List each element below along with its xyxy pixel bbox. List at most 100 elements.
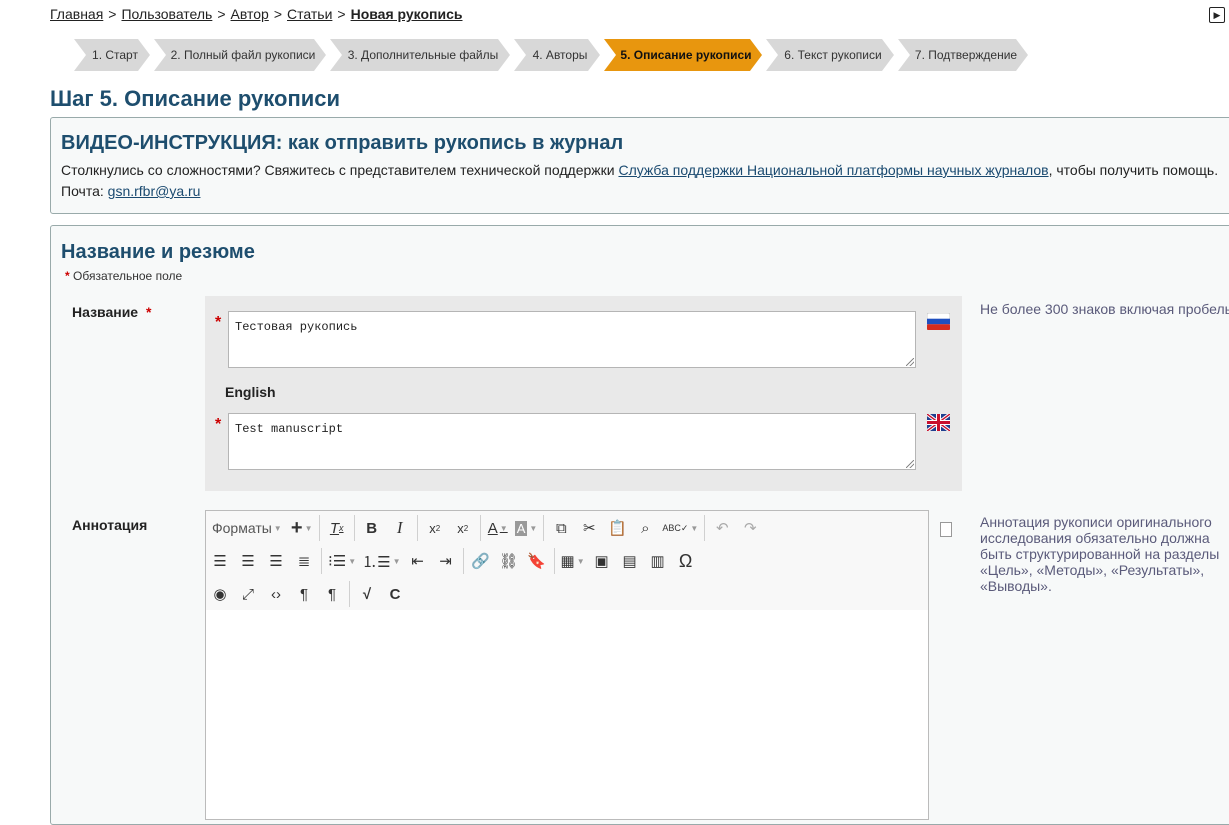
step-full-file[interactable]: 2. Полный файл рукописи: [154, 39, 326, 71]
spellcheck-icon[interactable]: ABC✓ ▼: [659, 515, 701, 541]
subscript-icon[interactable]: x2: [421, 515, 449, 541]
toolbar-divider: [318, 515, 320, 541]
title-ru-input[interactable]: Тестовая рукопись: [228, 311, 916, 368]
show-blocks-icon[interactable]: ¶: [290, 581, 318, 607]
support-link[interactable]: Служба поддержки Национальной платформы …: [618, 162, 1048, 178]
required-note: * Обязательное поле: [65, 269, 182, 283]
chevron-down-icon: ▼: [273, 523, 282, 533]
bold-icon[interactable]: B: [358, 515, 386, 541]
math-formula-icon[interactable]: √: [353, 581, 381, 607]
support-text-before: Столкнулись со сложностями? Свяжитесь с …: [61, 162, 619, 178]
breadcrumb-author[interactable]: Автор: [231, 6, 269, 22]
required-star: *: [65, 269, 70, 283]
breadcrumb-user[interactable]: Пользователь: [121, 6, 212, 22]
align-right-icon[interactable]: ☰: [262, 548, 290, 574]
breadcrumb: Главная > Пользователь > Автор > Статьи > Новая …: [50, 6, 463, 22]
required-note-text: Обязательное поле: [73, 269, 183, 283]
table-icon[interactable]: ▦ ▼: [558, 548, 588, 574]
outdent-icon[interactable]: ⇤: [404, 548, 432, 574]
background-color-icon[interactable]: A ▼: [512, 515, 541, 541]
toolbar-divider: [462, 548, 464, 574]
preview-icon[interactable]: ◉: [206, 581, 234, 607]
paragraph-marks-icon[interactable]: ¶: [318, 581, 346, 607]
step-authors[interactable]: 4. Авторы: [514, 39, 600, 71]
resize-grip-icon[interactable]: [906, 358, 914, 366]
step-confirmation[interactable]: 7. Подтверждение: [898, 39, 1028, 71]
fullscreen-icon[interactable]: ⤢: [234, 581, 262, 607]
title-panel: * Тестовая рукопись English * Test manus…: [205, 296, 962, 491]
required-star: *: [215, 314, 222, 331]
italic-icon[interactable]: I: [386, 515, 414, 541]
indent-icon[interactable]: ⇥: [432, 548, 460, 574]
flag-ru-icon: [927, 313, 950, 330]
image-icon[interactable]: ▣: [588, 548, 616, 574]
video-instruction-heading[interactable]: ВИДЕО-ИНСТРУКЦИЯ: как отправить рукопись…: [61, 132, 623, 155]
required-star: *: [145, 304, 152, 320]
align-center-icon[interactable]: ☰: [234, 548, 262, 574]
toolbar-divider: [349, 581, 350, 607]
step-description[interactable]: 5. Описание рукописи: [604, 39, 762, 71]
unlink-icon[interactable]: ⛓: [495, 548, 523, 574]
toolbar-divider: [543, 515, 545, 541]
title-label: Название *: [72, 304, 151, 320]
numbered-list-icon[interactable]: ⒈☰ ▼: [359, 548, 403, 574]
breadcrumb-separator: >: [108, 6, 117, 22]
insert-plus-icon[interactable]: + ▼: [288, 515, 316, 541]
align-left-icon[interactable]: ☰: [206, 548, 234, 574]
title-hint: Не более 300 знаков включая пробелы.: [980, 301, 1229, 317]
english-label: English: [225, 384, 276, 400]
superscript-icon[interactable]: x2: [449, 515, 477, 541]
video-instruction-box: ВИДЕО-ИНСТРУКЦИЯ: как отправить рукопись…: [50, 117, 1229, 214]
sidebar-collapse-icon[interactable]: ▶: [1209, 7, 1225, 23]
cut-icon[interactable]: ✂: [575, 515, 603, 541]
title-abstract-section: Название и резюме * Обязательное поле На…: [50, 225, 1229, 825]
toolbar-divider: [353, 515, 355, 541]
step-start[interactable]: 1. Старт: [74, 39, 150, 71]
editor-toolbar: Форматы ▼ + ▼ Tx B I x2 x2 A ▼ A ▼ ⧉ ✂ 📋 ⌕ A…: [206, 511, 928, 611]
breadcrumb-articles[interactable]: Статьи: [287, 6, 332, 22]
find-replace-icon[interactable]: ⌕: [631, 515, 659, 541]
special-char-icon[interactable]: Ω: [672, 548, 700, 574]
breadcrumb-separator: >: [273, 6, 283, 22]
link-icon[interactable]: 🔗: [467, 548, 495, 574]
formats-dropdown[interactable]: Форматы ▼: [206, 515, 288, 541]
breadcrumb-separator: >: [337, 6, 346, 22]
required-star: *: [215, 416, 222, 433]
page-title: Шаг 5. Описание рукописи: [50, 86, 341, 111]
chemistry-icon[interactable]: C: [381, 581, 409, 607]
paste-icon[interactable]: 📋: [603, 515, 631, 541]
text-color-icon[interactable]: A ▼: [484, 515, 512, 541]
annotation-editor-body[interactable]: [206, 610, 928, 819]
support-mail: Почта: gsn.rfbr@ya.ru: [61, 183, 200, 199]
breadcrumb-home[interactable]: Главная: [50, 6, 103, 22]
annotation-editor: Форматы ▼ + ▼ Tx B I x2 x2 A ▼ A ▼ ⧉ ✂ 📋 ⌕ A…: [205, 510, 929, 820]
bullet-list-icon[interactable]: ⁝☰ ▼: [325, 548, 359, 574]
copy-icon[interactable]: ⧉: [547, 515, 575, 541]
toolbar-divider: [321, 548, 322, 574]
step-additional-files[interactable]: 3. Дополнительные файлы: [330, 39, 510, 71]
title-label-text: Название: [72, 304, 139, 320]
step-text[interactable]: 6. Текст рукописи: [766, 39, 894, 71]
breadcrumb-current: Новая рукопись: [350, 6, 463, 22]
expand-checkbox-icon[interactable]: [940, 522, 952, 537]
mail-link[interactable]: gsn.rfbr@ya.ru: [108, 183, 201, 199]
flag-uk-icon: [927, 414, 950, 431]
formats-label: Форматы: [212, 520, 272, 536]
annotation-hint: Аннотация рукописи оригинального исследо…: [980, 514, 1220, 594]
toolbar-divider: [553, 548, 555, 574]
mail-label: Почта:: [61, 183, 108, 199]
undo-icon[interactable]: ↶: [708, 515, 736, 541]
clear-format-icon[interactable]: Tx: [323, 515, 351, 541]
section-heading: Название и резюме: [61, 241, 255, 263]
annotation-label: Аннотация: [72, 517, 148, 533]
support-text: Столкнулись со сложностями? Свяжитесь с …: [61, 162, 1218, 178]
source-code-icon[interactable]: ‹›: [262, 581, 290, 607]
align-justify-icon[interactable]: ≣: [290, 548, 318, 574]
media-icon[interactable]: ▤: [616, 548, 644, 574]
toolbar-divider: [416, 515, 418, 541]
template-icon[interactable]: ▥: [644, 548, 672, 574]
redo-icon[interactable]: ↷: [736, 515, 764, 541]
resize-grip-icon[interactable]: [906, 460, 914, 468]
bookmark-icon[interactable]: 🔖: [523, 548, 551, 574]
title-en-input[interactable]: Test manuscript: [228, 413, 916, 470]
